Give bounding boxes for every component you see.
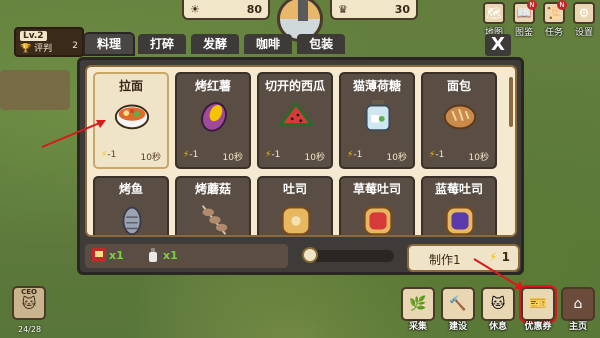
recipe-name: 拉面	[118, 79, 143, 93]
recipe-list: 拉面 ⚡-1 10秒 烤红薯 ⚡-1 10秒 切开的西瓜 ⚡-1 10秒 猫薄荷…	[85, 65, 517, 237]
recipe-card-catnip-candy[interactable]: 猫薄荷糖 ⚡-1 10秒	[339, 72, 415, 169]
tab-cooking[interactable]: 料理	[82, 32, 136, 56]
craft-tabs: 料理 打碎 发酵 咖啡 包装	[82, 32, 346, 56]
material-bottle: x1	[145, 247, 178, 263]
top-menu: 🗺 地图 📖 N 图鉴 📜 N 任务 ⚙ 设置	[482, 0, 596, 38]
top-icon-quest[interactable]: 📜 N 任务	[542, 0, 567, 38]
recipe-stats: ⚡-1 10秒	[429, 150, 489, 163]
recipe-grid: 拉面 ⚡-1 10秒 烤红薯 ⚡-1 10秒 切开的西瓜 ⚡-1 10秒 猫薄荷…	[93, 72, 497, 235]
recipe-stats: ⚡-1 10秒	[347, 150, 407, 163]
coupon-icon: 🎫	[519, 285, 557, 323]
recipe-card-toast[interactable]: 吐司	[257, 176, 333, 235]
crown-icon: ♛	[338, 2, 348, 16]
recipe-card-grilled-fish[interactable]: 烤鱼	[93, 176, 169, 235]
recipe-card-watermelon[interactable]: 切开的西瓜 ⚡-1 10秒	[257, 72, 333, 169]
map-icon: 🗺	[483, 2, 505, 24]
cat-face-icon: 🐱	[21, 296, 37, 312]
recipe-stats: ⚡-1 10秒	[101, 150, 161, 163]
watermelon-icon	[278, 101, 314, 126]
top-icon-book[interactable]: 📖 N 图鉴	[512, 0, 537, 38]
recipe-name: 草莓吐司	[352, 182, 401, 196]
sweet-potato-icon	[201, 102, 227, 132]
sun-icon: ☀	[190, 2, 200, 16]
ramen-icon	[114, 104, 150, 130]
build-icon: 🔨	[441, 287, 475, 321]
recipe-scrollbar[interactable]	[509, 77, 513, 127]
recipe-card-sweet-potato[interactable]: 烤红薯 ⚡-1 10秒	[175, 72, 251, 169]
tab-ferment[interactable]: 发酵	[191, 34, 240, 54]
tab-coffee[interactable]: 咖啡	[244, 34, 293, 54]
bottom-dock: 🌿 采集 🔨 建设 🐱 休息 🎫 优惠券 ⌂ 主页	[400, 285, 596, 333]
tab-crush[interactable]: 打碎	[138, 34, 187, 54]
grilled-fish-icon	[122, 206, 142, 235]
top-icon-map[interactable]: 🗺 地图	[482, 2, 506, 38]
top-icon-settings[interactable]: ⚙ 设置	[572, 2, 596, 38]
strawberry-toast-icon	[363, 206, 393, 235]
bread-icon	[443, 104, 477, 130]
craft-panel: 拉面 ⚡-1 10秒 烤红薯 ⚡-1 10秒 切开的西瓜 ⚡-1 10秒 猫薄荷…	[77, 57, 524, 275]
book-icon: 📖 N	[513, 0, 537, 24]
dock-coupon[interactable]: 🎫 优惠券	[519, 285, 557, 333]
hud-right-value: 30	[394, 2, 410, 16]
player-level-box[interactable]: Lv.2 🏆 评判 2	[14, 27, 84, 57]
hud-left-counter: ☀ 80	[182, 0, 270, 20]
candy-jar-icon	[365, 99, 391, 132]
recipe-stats: ⚡-1 10秒	[183, 150, 243, 163]
home-icon: ⌂	[561, 287, 595, 321]
recipe-name: 猫薄荷糖	[352, 79, 401, 93]
close-button[interactable]: X	[485, 34, 511, 56]
blueberry-toast-icon	[445, 206, 475, 235]
quest-icon: 📜 N	[543, 0, 567, 24]
recipe-card-strawberry-toast[interactable]: 草莓吐司	[339, 176, 415, 235]
dock-gather[interactable]: 🌿 采集	[400, 287, 436, 333]
ceo-badge: CEO	[21, 288, 37, 296]
noodle-pack-icon	[92, 248, 106, 262]
ceo-avatar[interactable]: CEO 🐱	[12, 286, 46, 320]
hud-left-value: 80	[246, 2, 262, 16]
recipe-name: 吐司	[282, 182, 307, 196]
recipe-name: 烤红薯	[194, 79, 231, 93]
wooden-stairs	[0, 70, 70, 110]
quantity-slider[interactable]	[302, 247, 394, 263]
rating-value: 2	[72, 41, 78, 51]
recipe-name: 切开的西瓜	[264, 79, 325, 93]
recipe-card-mushroom[interactable]: 烤蘑菇	[175, 176, 251, 235]
gear-icon: ⚙	[573, 2, 595, 24]
rating-label: 评判	[34, 44, 53, 54]
make-button-label: 制作1	[429, 253, 461, 267]
bottle-icon	[149, 248, 157, 262]
recipe-stats: ⚡-1 10秒	[265, 150, 325, 163]
dock-build[interactable]: 🔨 建设	[440, 287, 476, 333]
tab-package[interactable]: 包装	[297, 34, 346, 54]
rest-icon: 🐱	[481, 287, 515, 321]
recipe-card-bread[interactable]: 面包 ⚡-1 10秒	[421, 72, 497, 169]
material-noodle: x1	[91, 247, 124, 263]
trophy-icon: 🏆	[20, 44, 32, 54]
ceo-progress: 24/28	[18, 325, 42, 334]
hud-right-counter: ♛ 30	[330, 0, 418, 20]
recipe-name: 蓝莓吐司	[434, 182, 483, 196]
dock-rest[interactable]: 🐱 休息	[480, 287, 516, 333]
materials-bar: x1 x1	[85, 244, 288, 268]
gather-icon: 🌿	[401, 287, 435, 321]
recipe-card-blueberry-toast[interactable]: 蓝莓吐司	[421, 176, 497, 235]
mushroom-skewer-icon	[201, 205, 228, 235]
level-badge: Lv.2	[20, 31, 47, 41]
recipe-name: 烤蘑菇	[194, 182, 231, 196]
pointer-arrow	[41, 120, 106, 148]
recipe-name: 面包	[446, 79, 471, 93]
recipe-name: 烤鱼	[118, 182, 143, 196]
toast-icon	[281, 206, 311, 235]
slider-knob[interactable]	[302, 247, 318, 263]
dock-home[interactable]: ⌂ 主页	[560, 287, 596, 333]
